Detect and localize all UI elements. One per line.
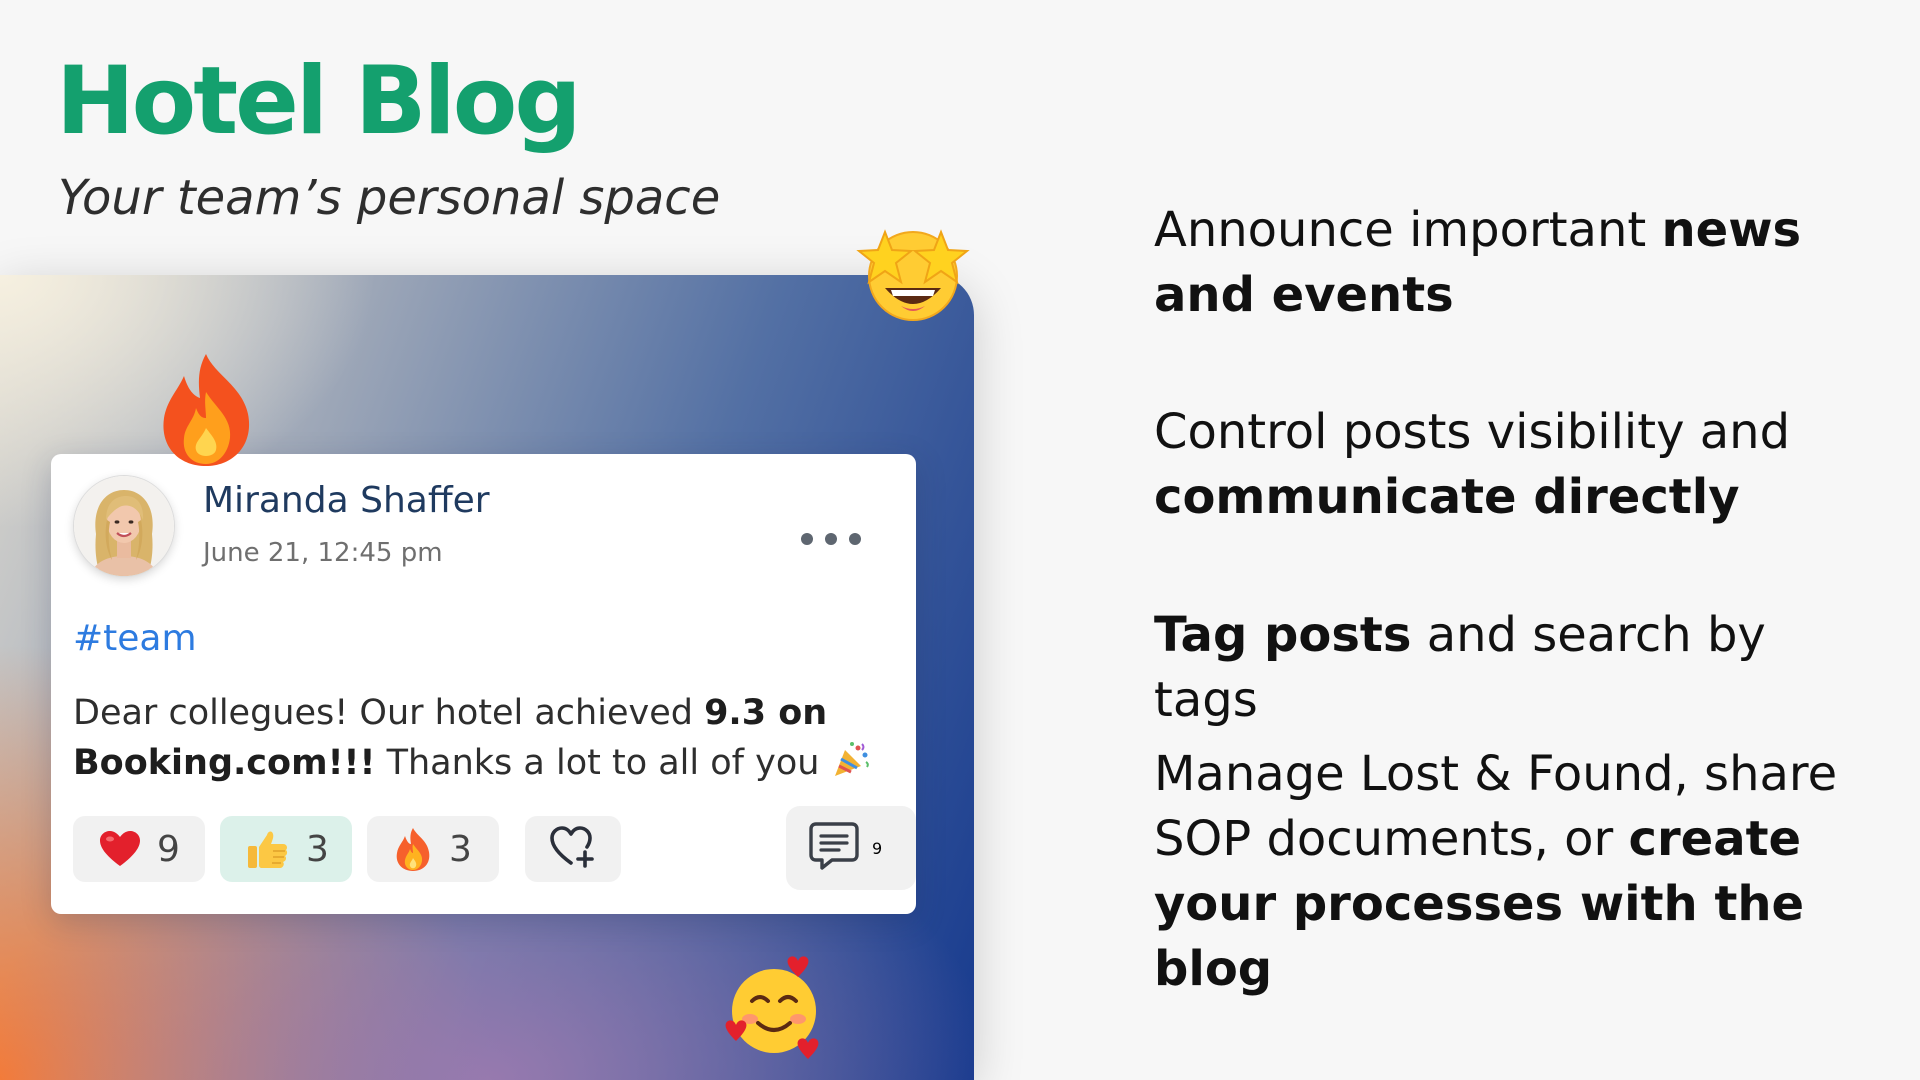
reaction-count: 3 xyxy=(306,828,329,870)
star-struck-emoji-icon xyxy=(855,220,971,328)
page-title: Hotel Blog xyxy=(56,47,582,156)
feature-visibility: Control posts visibility and communicate… xyxy=(1154,400,1804,530)
feature-text: Announce important xyxy=(1154,202,1662,258)
blog-promo-page: Hotel Blog Your team’s personal space Mi… xyxy=(0,0,1920,1080)
avatar[interactable] xyxy=(74,476,174,576)
comments-button[interactable]: 9 xyxy=(786,806,916,890)
heart-plus-icon xyxy=(549,825,597,873)
author-name[interactable]: Miranda Shaffer xyxy=(203,480,490,521)
post-body-text: Dear collegues! Our hotel achieved xyxy=(73,693,705,733)
fire-emoji-icon xyxy=(158,352,254,472)
dot-icon xyxy=(825,533,837,545)
reaction-fire-button[interactable]: 3 xyxy=(367,816,499,882)
feature-tags: Tag posts and search by tags xyxy=(1154,603,1874,733)
fire-icon xyxy=(393,826,433,872)
feature-lost-found: Manage Lost & Found, share SOP documents… xyxy=(1154,742,1874,1002)
post-body: Dear collegues! Our hotel achieved 9.3 o… xyxy=(73,688,873,794)
thumbs-up-icon xyxy=(246,827,290,871)
reaction-count: 9 xyxy=(157,828,180,870)
post-tag-link[interactable]: #team xyxy=(73,618,197,659)
post-date: June 21, 12:45 pm xyxy=(203,538,443,568)
more-options-button[interactable] xyxy=(801,524,861,554)
page-subtitle: Your team’s personal space xyxy=(58,170,721,226)
dot-icon xyxy=(849,533,861,545)
comment-icon xyxy=(808,821,860,875)
feature-highlight: Tag posts xyxy=(1154,607,1412,663)
dot-icon xyxy=(801,533,813,545)
smiling-face-with-hearts-emoji-icon xyxy=(722,955,826,1063)
reaction-thumbs-up-button[interactable]: 3 xyxy=(220,816,352,882)
party-popper-icon xyxy=(831,740,871,794)
comments-count: 9 xyxy=(872,838,883,858)
feature-highlight: communicate directly xyxy=(1154,469,1740,525)
post-body-text-end: Thanks a lot to all of you xyxy=(375,743,820,783)
reaction-count: 3 xyxy=(449,828,472,870)
add-reaction-button[interactable] xyxy=(525,816,621,882)
feature-text: Control posts visibility and xyxy=(1154,404,1791,460)
heart-icon xyxy=(99,830,141,868)
blog-post-card: Miranda Shaffer June 21, 12:45 pm #team … xyxy=(51,454,916,914)
feature-news-events: Announce important news and events xyxy=(1154,198,1834,328)
reaction-heart-button[interactable]: 9 xyxy=(73,816,205,882)
author-photo xyxy=(74,476,174,576)
